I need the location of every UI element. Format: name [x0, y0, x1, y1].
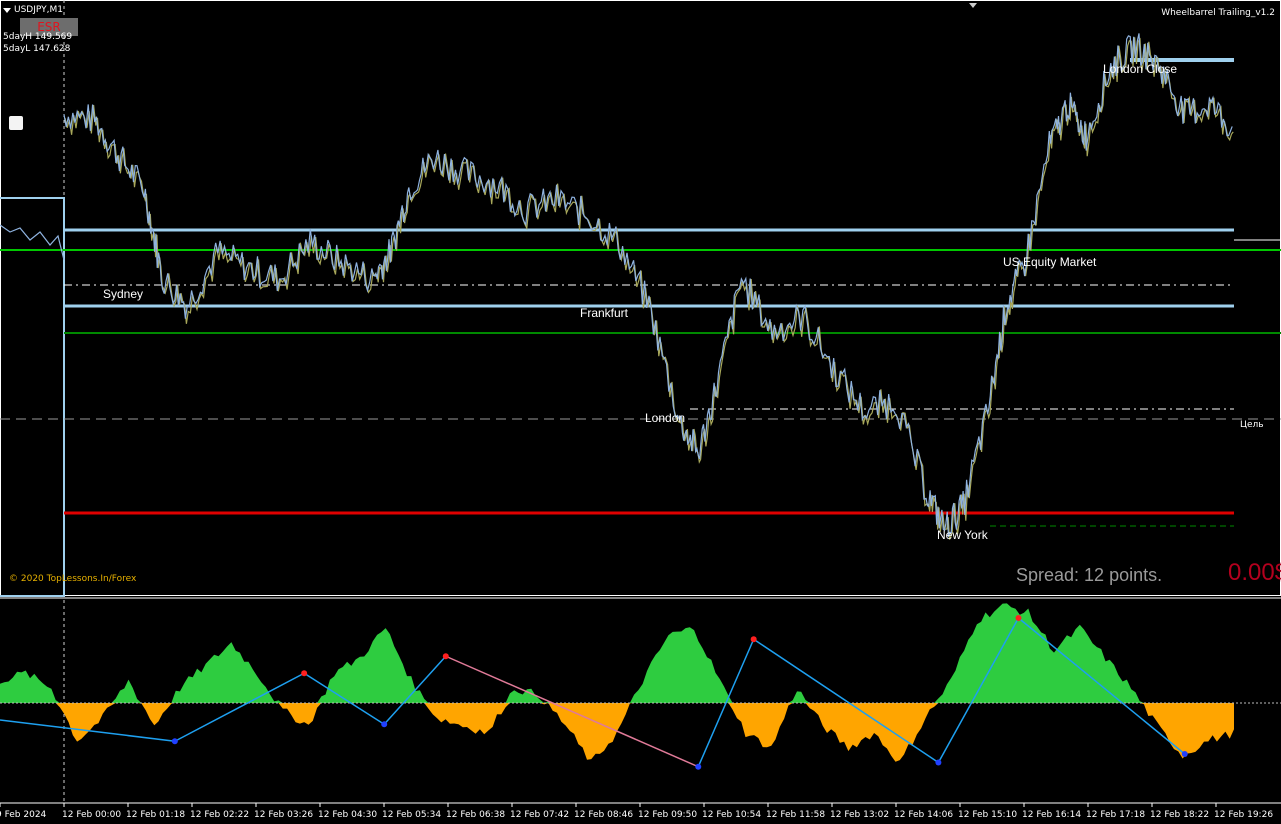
time-axis-tick-label: 12 Feb 14:06 — [894, 810, 954, 820]
target-label: Цель — [1240, 420, 1264, 430]
symbol-label: USDJPY,M1 — [14, 5, 63, 15]
time-axis-tick-label: 12 Feb 01:18 — [126, 810, 186, 820]
time-axis-tick-label: 12 Feb 00:00 — [62, 810, 122, 820]
time-axis-tick-label: 12 Feb 04:30 — [318, 810, 378, 820]
five-day-low-label: 5dayL 147.628 — [3, 44, 71, 54]
price-series-prev-day — [0, 224, 65, 261]
zigzag-pivot — [171, 738, 178, 745]
oscillator-positive-area — [0, 603, 1234, 703]
time-axis-tick-label: 12 Feb 08:46 — [574, 810, 634, 820]
time-axis-tick-label: 12 Feb 10:54 — [702, 810, 762, 820]
profit-label: 0.00$ — [1228, 559, 1281, 586]
symbol-dropdown-icon[interactable] — [3, 8, 11, 13]
time-axis-tick-label: 12 Feb 02:22 — [190, 810, 250, 820]
time-axis-tick-label: 12 Feb 13:02 — [830, 810, 890, 820]
zigzag-pivot — [301, 670, 308, 677]
previous-day-box — [0, 197, 65, 597]
time-axis-tick-label: 12 Feb 16:14 — [1022, 810, 1082, 820]
zigzag-pivot — [1015, 615, 1022, 621]
time-axis-tick-label: 9 Feb 2024 — [0, 810, 47, 820]
price-series-shadow — [64, 37, 1234, 540]
session-label-london-close: London Close — [1103, 62, 1178, 76]
time-axis-tick-label: 12 Feb 06:38 — [446, 810, 506, 820]
session-label-new-york: New York — [937, 528, 988, 542]
spread-label: Spread: 12 points. — [1016, 565, 1163, 585]
zigzag-pivot — [750, 636, 757, 643]
time-axis-tick-label: 12 Feb 19:26 — [1214, 810, 1274, 820]
zigzag-pivot — [695, 763, 702, 770]
time-axis-tick-label: 12 Feb 11:58 — [766, 810, 826, 820]
session-label-london: London — [645, 411, 686, 425]
session-label-sydney: Sydney — [103, 287, 144, 301]
zigzag-pivot — [935, 759, 942, 766]
panel-toggle-checkbox[interactable] — [9, 116, 23, 130]
time-axis-tick-label: 12 Feb 05:34 — [382, 810, 442, 820]
five-day-high-label: 5dayH 149.569 — [3, 32, 73, 42]
time-axis-tick-label: 12 Feb 03:26 — [254, 810, 314, 820]
trading-chart[interactable] — [0, 0, 1281, 824]
time-axis-tick-label: 12 Feb 17:18 — [1086, 810, 1146, 820]
time-axis-tick-label: 12 Feb 07:42 — [510, 810, 570, 820]
zigzag-pivot — [442, 653, 449, 660]
time-axis-tick-label: 12 Feb 18:22 — [1150, 810, 1210, 820]
session-label-frankfurt: Frankfurt — [580, 306, 629, 320]
indicator-name-label: Wheelbarrel Trailing_v1.2 — [1161, 8, 1275, 18]
session-label-us-equity: US Equity Market — [1003, 255, 1097, 269]
zigzag-pivot — [381, 721, 388, 728]
zigzag-pivot — [1181, 751, 1188, 757]
oscillator-negative-area — [0, 703, 1234, 762]
time-axis-tick-label: 12 Feb 09:50 — [638, 810, 698, 820]
copyright-label: © 2020 TopLessons.In/Forex — [9, 574, 137, 584]
time-axis-tick-label: 12 Feb 15:10 — [958, 810, 1018, 820]
chart-shift-marker-icon[interactable] — [969, 3, 977, 8]
